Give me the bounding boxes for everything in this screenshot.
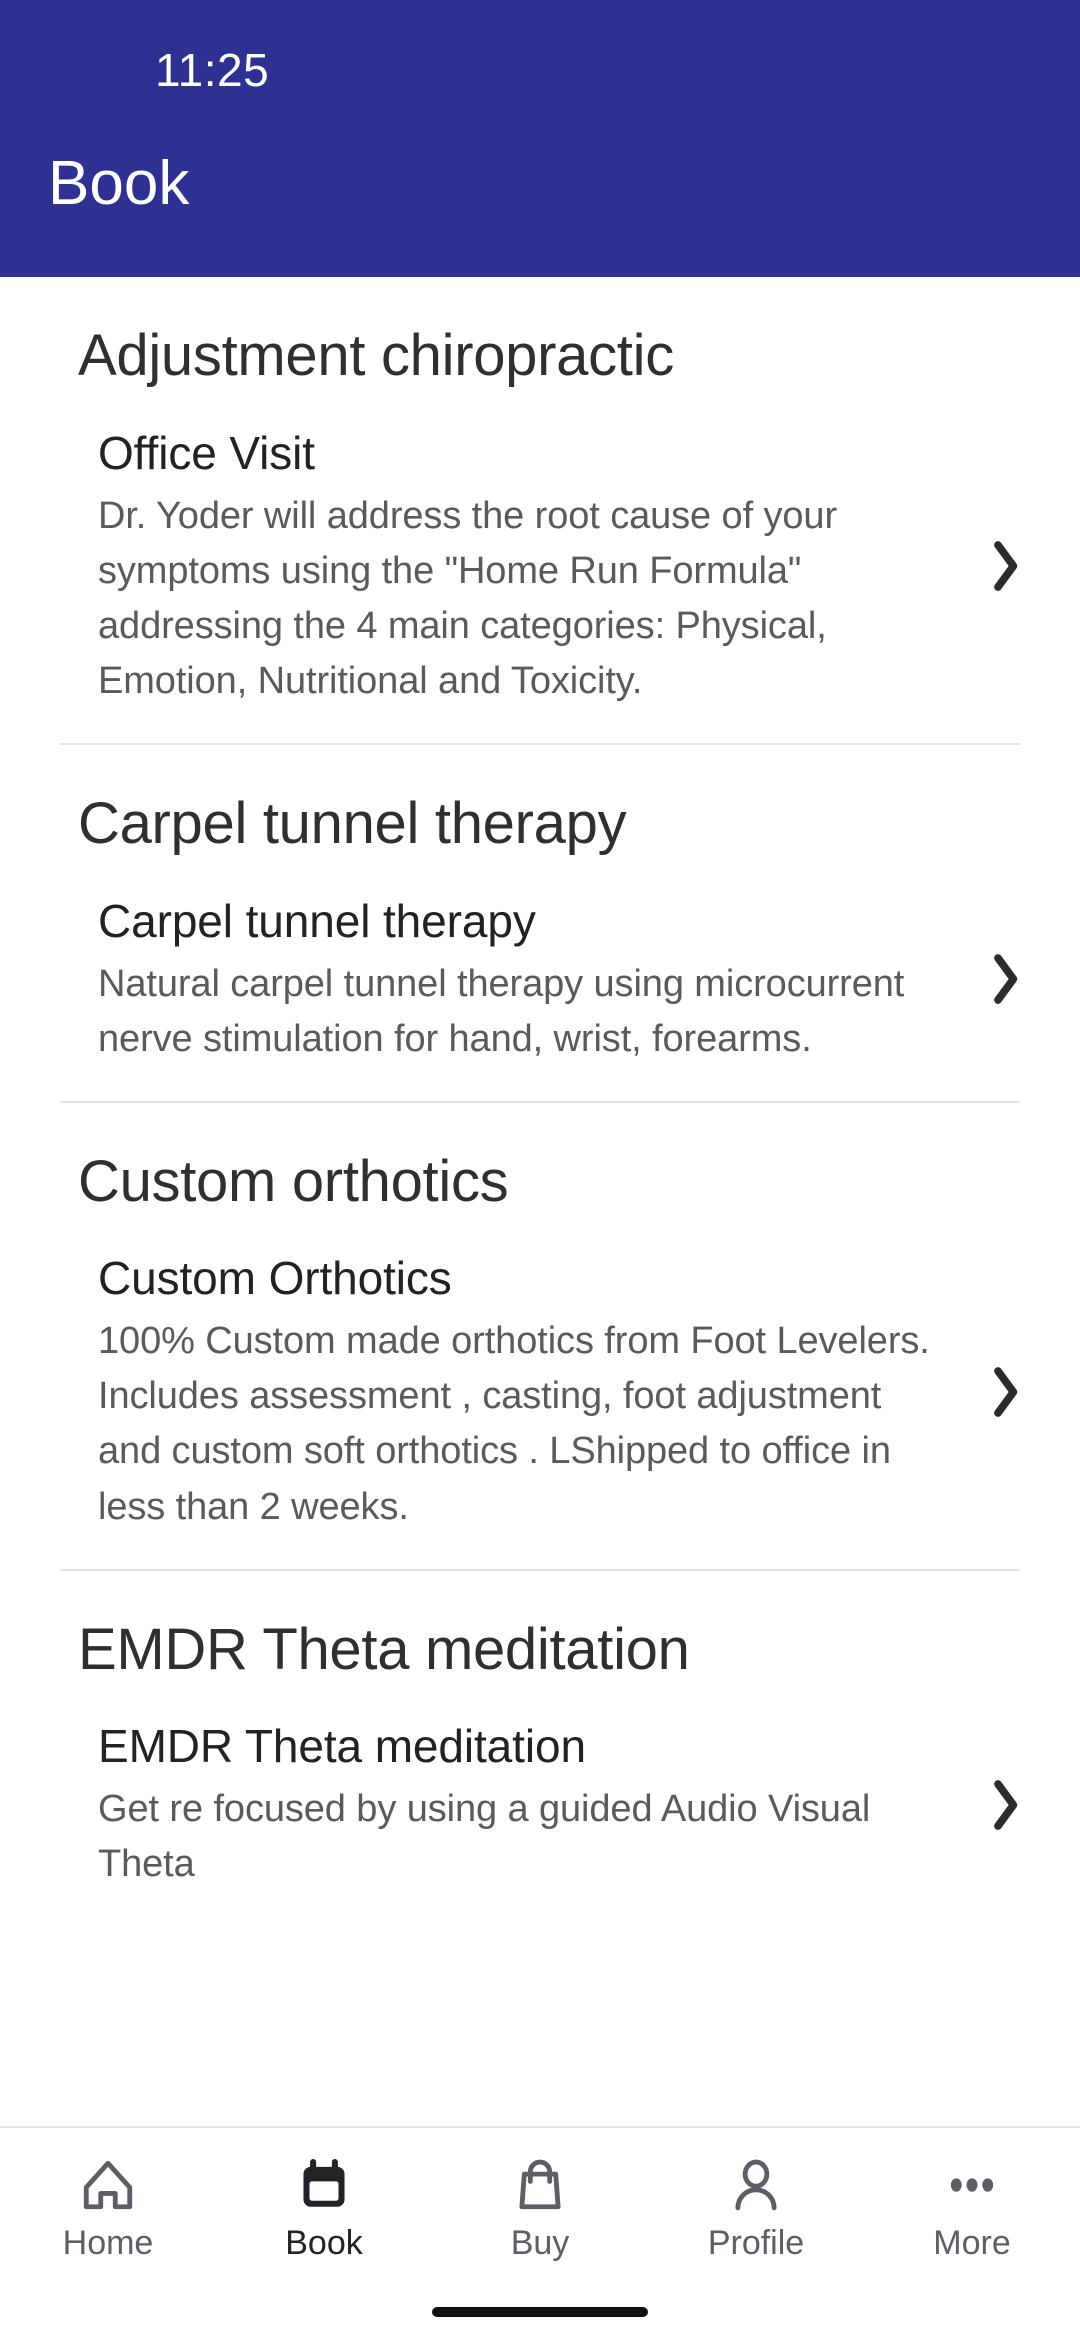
- page-title: Book: [48, 149, 190, 218]
- tab-book[interactable]: Book: [216, 2154, 432, 2260]
- tab-buy[interactable]: Buy: [432, 2154, 648, 2260]
- tab-label: More: [933, 2224, 1011, 2262]
- service-item-title: Carpel tunnel therapy: [98, 894, 536, 947]
- service-list-item[interactable]: EMDR Theta meditation Get re focused by u…: [0, 1717, 1080, 1892]
- tab-profile[interactable]: Profile: [648, 2154, 864, 2260]
- service-item-text: Custom Orthotics 100% Custom made orthoti…: [98, 1249, 976, 1534]
- service-item-title: Custom Orthotics: [98, 1252, 452, 1305]
- tab-home[interactable]: Home: [0, 2154, 216, 2260]
- home-indicator[interactable]: [432, 2307, 648, 2317]
- app-bar: 11:25 Book: [0, 0, 1080, 277]
- more-horizontal-icon: [943, 2154, 1001, 2216]
- service-item-description: 100% Custom made orthotics from Foot Lev…: [98, 1320, 930, 1528]
- chevron-right-icon[interactable]: [976, 1777, 1034, 1833]
- section-heading: EMDR Theta meditation: [78, 1616, 690, 1682]
- tab-more[interactable]: More: [864, 2154, 1080, 2260]
- chevron-right-icon[interactable]: [976, 538, 1034, 594]
- service-list-item[interactable]: Office Visit Dr. Yoder will address the r…: [0, 424, 1080, 709]
- service-item-text: Carpel tunnel therapy Natural carpel tunn…: [98, 892, 976, 1067]
- status-bar-clock: 11:25: [155, 44, 270, 96]
- service-list-item[interactable]: Carpel tunnel therapy Natural carpel tunn…: [0, 892, 1080, 1067]
- bottom-tab-bar: Home Book Buy Profile More: [0, 2126, 1080, 2340]
- service-section: Custom orthotics Custom Orthotics 100% Cus…: [0, 1103, 1080, 1571]
- service-item-title: Office Visit: [98, 426, 315, 479]
- tab-label: Buy: [510, 2224, 570, 2262]
- section-heading: Adjustment chiropractic: [78, 323, 674, 388]
- service-item-title: EMDR Theta meditation: [98, 1720, 586, 1773]
- tab-list: Home Book Buy Profile More: [0, 2154, 1080, 2286]
- calendar-icon: [295, 2154, 353, 2216]
- service-section: Carpel tunnel therapy Carpel tunnel thera…: [0, 745, 1080, 1103]
- service-section: Adjustment chiropractic Office Visit Dr. Y…: [0, 277, 1080, 745]
- section-heading: Carpel tunnel therapy: [78, 790, 627, 856]
- service-item-description: Get re focused by using a guided Audio V…: [98, 1788, 871, 1886]
- service-item-text: EMDR Theta meditation Get re focused by u…: [98, 1717, 976, 1892]
- service-item-description: Dr. Yoder will address the root cause of…: [98, 494, 838, 702]
- person-icon: [727, 2154, 785, 2216]
- tab-label: Profile: [707, 2224, 805, 2262]
- app-root: 11:25 Book Adjustment chiropractic Office…: [0, 0, 1080, 2340]
- shopping-bag-icon: [511, 2154, 569, 2216]
- chevron-right-icon[interactable]: [976, 951, 1034, 1007]
- service-list-scroll[interactable]: Adjustment chiropractic Office Visit Dr. Y…: [0, 277, 1080, 2126]
- section-heading: Custom orthotics: [78, 1148, 509, 1214]
- chevron-right-icon[interactable]: [976, 1364, 1034, 1420]
- status-bar: 11:25: [0, 0, 1080, 140]
- home-icon: [79, 2154, 137, 2216]
- service-section: EMDR Theta meditation EMDR Theta meditati…: [0, 1571, 1080, 1893]
- tab-label: Book: [285, 2224, 363, 2262]
- service-list-item[interactable]: Custom Orthotics 100% Custom made orthoti…: [0, 1249, 1080, 1534]
- tab-label: Home: [62, 2224, 154, 2262]
- service-item-text: Office Visit Dr. Yoder will address the r…: [98, 424, 976, 709]
- service-sections: Adjustment chiropractic Office Visit Dr. Y…: [0, 277, 1080, 1892]
- home-indicator-area: [0, 2286, 1080, 2338]
- service-item-description: Natural carpel tunnel therapy using micr…: [98, 962, 905, 1060]
